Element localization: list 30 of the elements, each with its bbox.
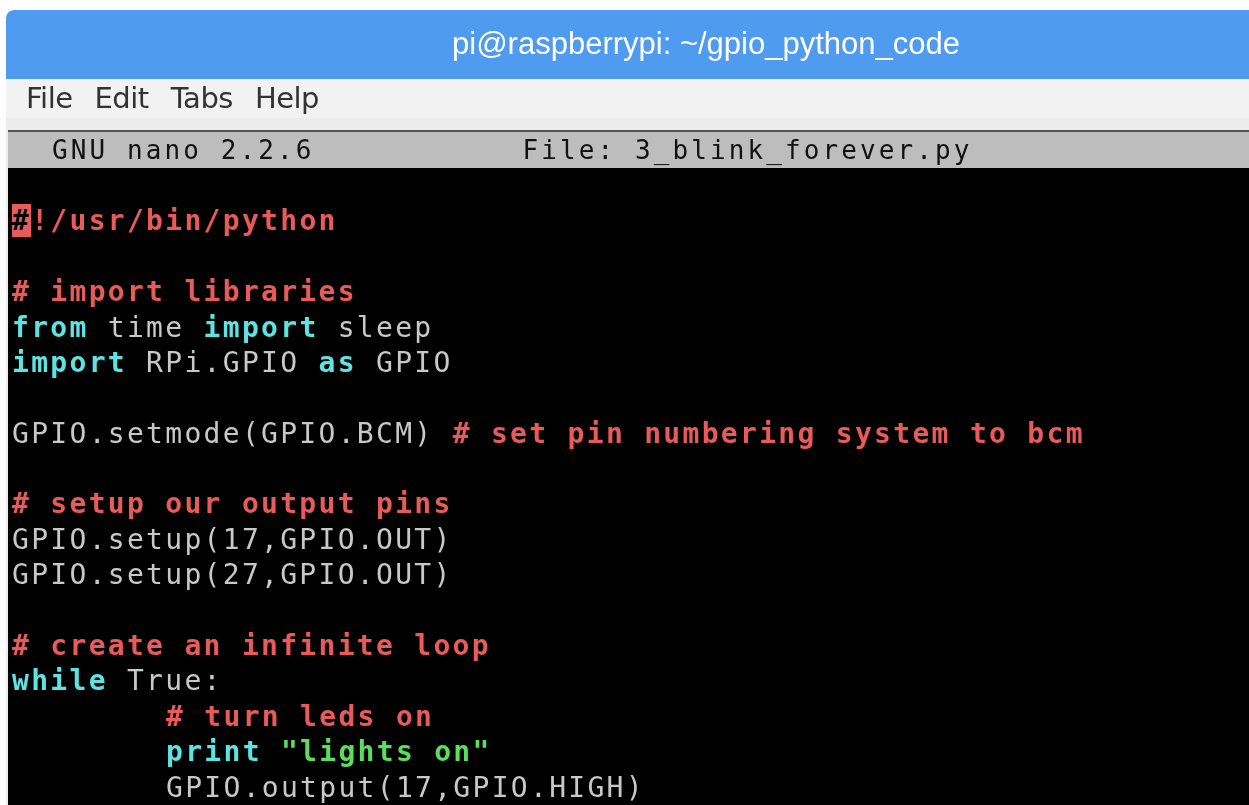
window-title: pi@raspberrypi: ~/gpio_python_code bbox=[452, 26, 960, 63]
code-text: True: bbox=[125, 664, 223, 698]
code-text: GPIO.setup(27,GPIO.OUT) bbox=[12, 558, 453, 592]
code-text: GPIO.output(17,GPIO.HIGH) bbox=[166, 770, 645, 804]
code-comment: !/usr/bin/python bbox=[31, 204, 338, 238]
code-text: RPi.GPIO bbox=[145, 345, 301, 379]
code-keyword: as bbox=[318, 345, 357, 379]
menu-item[interactable]: Edit bbox=[94, 81, 149, 116]
code-string: "lights on" bbox=[279, 735, 492, 769]
code-comment: # set pin numbering system to bcm bbox=[452, 416, 1085, 450]
code-comment: # create an infinite loop bbox=[12, 629, 491, 663]
code-text: sleep bbox=[336, 310, 434, 344]
text-cursor: # bbox=[12, 204, 32, 238]
code-text: GPIO bbox=[375, 345, 453, 379]
menu-item[interactable]: Tabs bbox=[170, 81, 233, 116]
code-text: GPIO.setmode(GPIO.BCM) bbox=[12, 416, 435, 450]
editor-version: GNU nano 2.2.6 bbox=[52, 134, 315, 165]
code-comment: # setup our output pins bbox=[12, 487, 453, 521]
code-keyword: print bbox=[166, 735, 262, 769]
file-name: File: 3_blink_forever.py bbox=[522, 134, 973, 165]
code-keyword: from bbox=[12, 310, 89, 344]
code-keyword: import bbox=[203, 310, 319, 344]
code-keyword: while bbox=[12, 664, 108, 698]
code-text: time bbox=[106, 310, 186, 344]
code-comment: # turn leds on bbox=[166, 699, 435, 733]
menu-item[interactable]: Help bbox=[254, 81, 320, 116]
code-keyword: import bbox=[12, 345, 127, 379]
code-comment: # import libraries bbox=[12, 275, 357, 309]
code-text: GPIO.setup(17,GPIO.OUT) bbox=[12, 522, 453, 556]
menu-item[interactable]: File bbox=[26, 81, 73, 116]
